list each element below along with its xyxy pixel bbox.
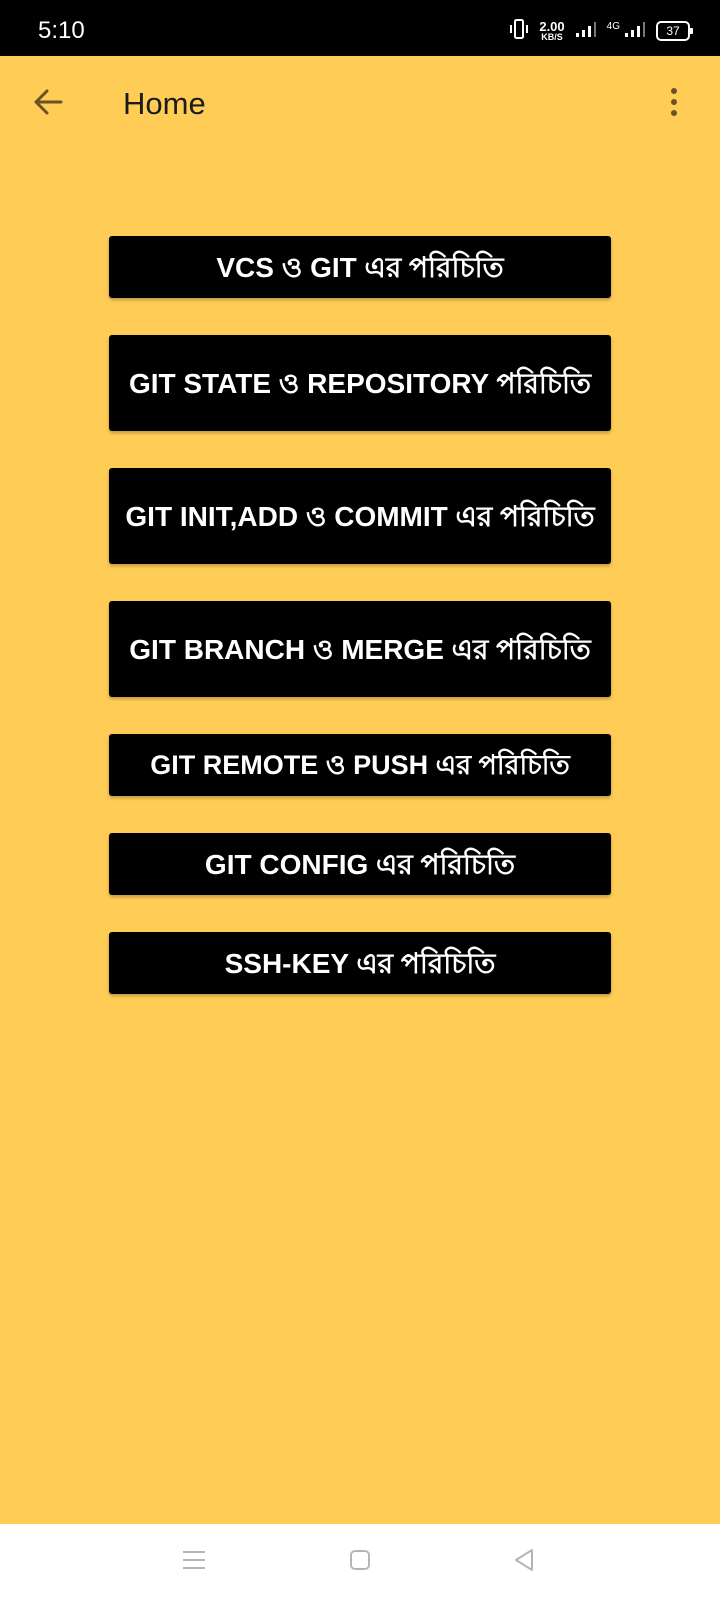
back-button[interactable] bbox=[20, 76, 76, 132]
status-icons: 2.00 KB/S 4G 37 bbox=[509, 0, 693, 62]
app-bar: Home bbox=[0, 56, 720, 152]
more-vertical-icon bbox=[669, 87, 679, 121]
system-nav-bar bbox=[0, 1524, 720, 1600]
topic-button-label: VCS ও GIT এর পরিচিতি bbox=[216, 251, 504, 283]
topic-button-git-remote-push[interactable]: GIT REMOTE ও PUSH এর পরিচিতি bbox=[109, 734, 611, 796]
battery-icon: 37 bbox=[656, 21, 693, 41]
topic-button-label: GIT STATE ও REPOSITORY পরিচিতি bbox=[128, 367, 592, 399]
network-type: 4G bbox=[606, 20, 620, 32]
topic-button-ssh-key[interactable]: SSH-KEY এর পরিচিতি bbox=[109, 932, 611, 994]
network-speed: 2.00 KB/S bbox=[539, 20, 564, 42]
topic-button-git-branch-merge[interactable]: GIT BRANCH ও MERGE এর পরিচিতি bbox=[109, 601, 611, 697]
topic-button-label: GIT BRANCH ও MERGE এর পরিচিতি bbox=[129, 633, 591, 665]
topic-menu: VCS ও GIT এর পরিচিতি GIT STATE ও REPOSIT… bbox=[109, 236, 611, 994]
vibrate-icon bbox=[509, 18, 529, 44]
recents-button[interactable] bbox=[170, 1538, 218, 1586]
signal-4g-icon bbox=[624, 20, 646, 42]
home-button[interactable] bbox=[336, 1538, 384, 1586]
topic-button-label: GIT REMOTE ও PUSH এর পরিচিতি bbox=[150, 749, 570, 780]
network-speed-unit: KB/S bbox=[541, 32, 563, 42]
menu-icon bbox=[182, 1549, 206, 1575]
overflow-menu-button[interactable] bbox=[650, 80, 698, 128]
status-time: 5:10 bbox=[38, 17, 85, 44]
signal-icon bbox=[575, 20, 597, 42]
topic-button-label: GIT CONFIG এর পরিচিতি bbox=[204, 848, 516, 880]
arrow-left-icon bbox=[32, 86, 64, 122]
topic-button-git-config[interactable]: GIT CONFIG এর পরিচিতি bbox=[109, 833, 611, 895]
battery-level: 37 bbox=[666, 24, 680, 38]
status-bar: 5:10 2.00 KB/S 4G 37 bbox=[0, 0, 720, 56]
page-title: Home bbox=[123, 86, 206, 121]
home-square-icon bbox=[349, 1549, 371, 1575]
system-back-button[interactable] bbox=[500, 1538, 548, 1586]
topic-button-label: GIT INIT,ADD ও COMMIT এর পরিচিতি bbox=[125, 500, 595, 532]
topic-button-label: SSH-KEY এর পরিচিতি bbox=[224, 947, 496, 979]
topic-button-git-init-add-commit[interactable]: GIT INIT,ADD ও COMMIT এর পরিচিতি bbox=[109, 468, 611, 564]
topic-button-git-state-repository[interactable]: GIT STATE ও REPOSITORY পরিচিতি bbox=[109, 335, 611, 431]
topic-button-vcs-git[interactable]: VCS ও GIT এর পরিচিতি bbox=[109, 236, 611, 298]
back-triangle-icon bbox=[513, 1548, 535, 1576]
